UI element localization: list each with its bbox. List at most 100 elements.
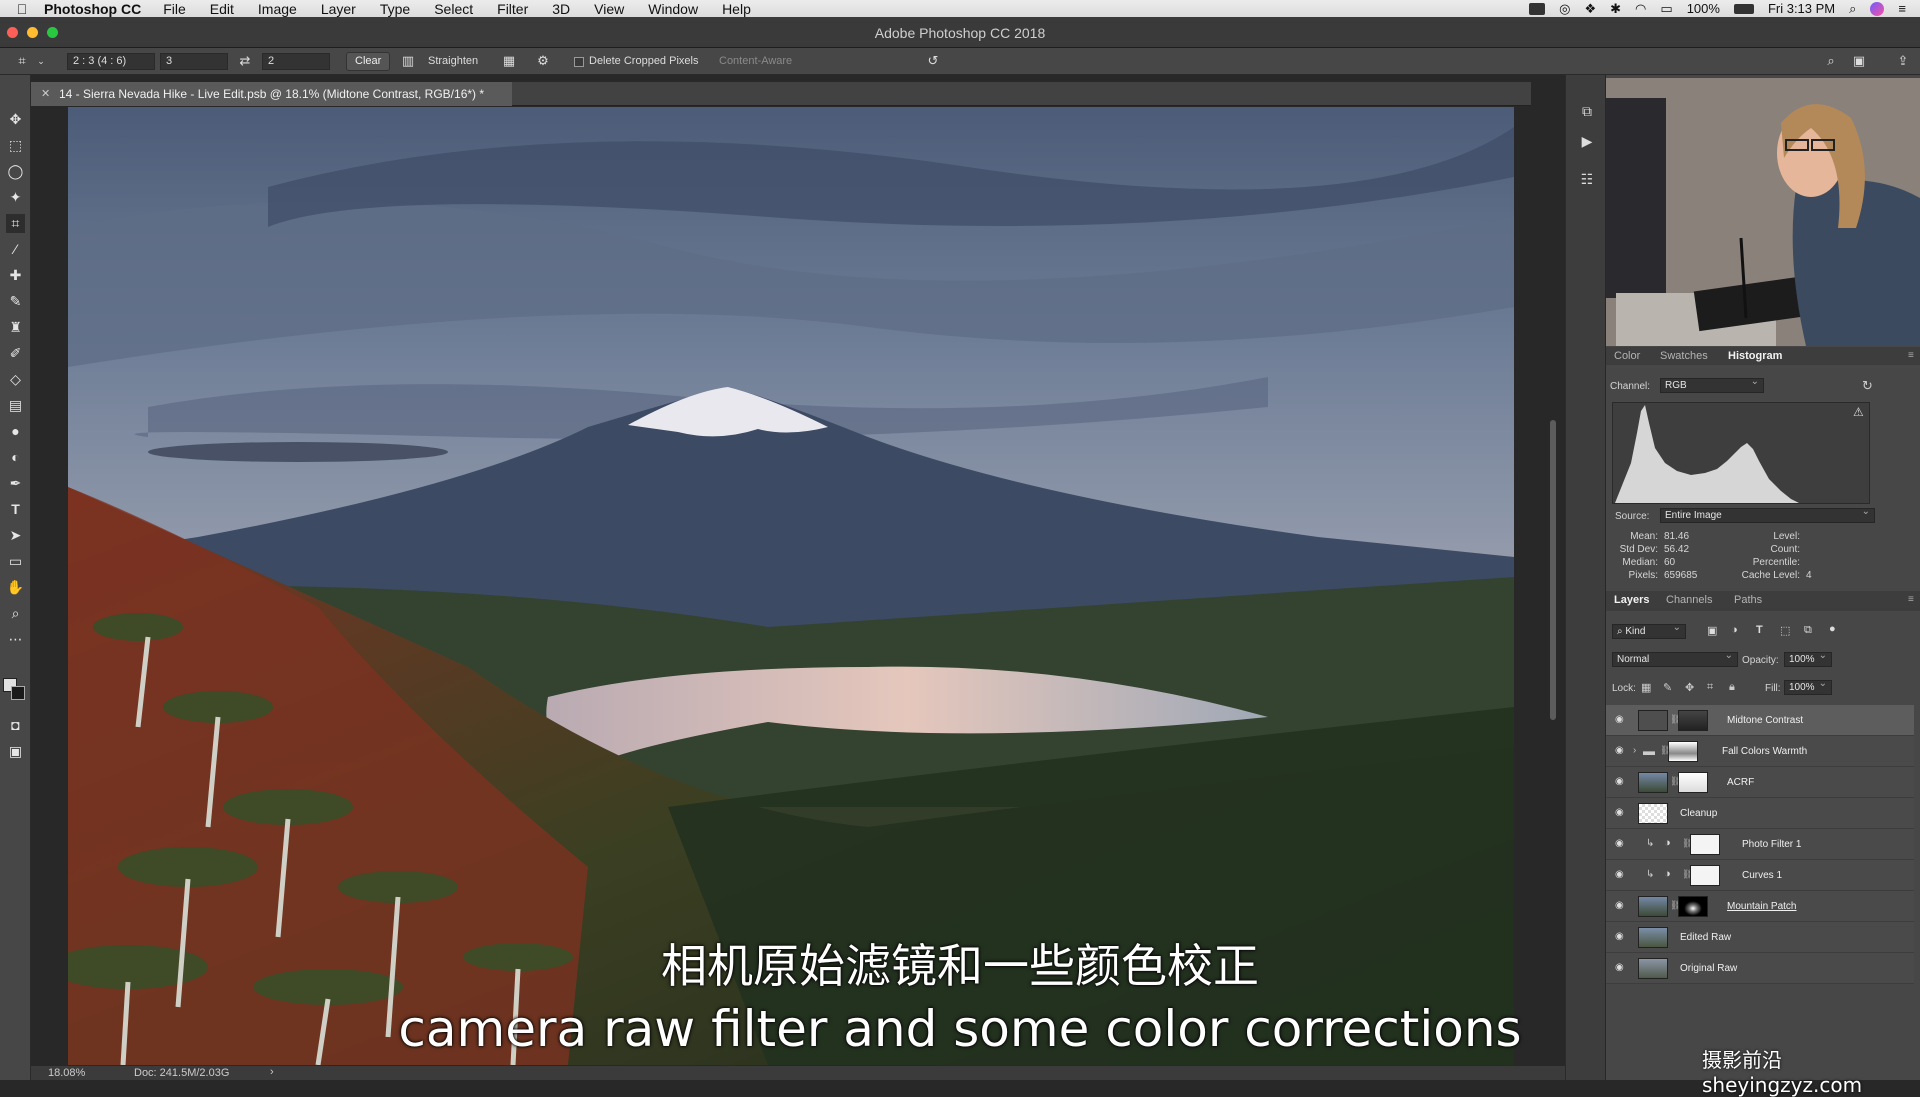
- group-mask-thumbnail[interactable]: [1668, 741, 1698, 762]
- delete-cropped-pixels-checkbox[interactable]: [574, 57, 584, 67]
- crop-settings-gear-icon[interactable]: ⚙: [535, 53, 551, 69]
- more-tools-icon[interactable]: ⋯: [6, 630, 25, 649]
- tab-layers[interactable]: Layers: [1614, 594, 1649, 606]
- overlay-grid-icon[interactable]: ▦: [501, 53, 517, 69]
- gradient-tool-icon[interactable]: ▤: [6, 396, 25, 415]
- layer-name[interactable]: Curves 1: [1742, 870, 1782, 881]
- marquee-tool-icon[interactable]: ⬚: [6, 136, 25, 155]
- screen-record-icon[interactable]: [1529, 2, 1546, 15]
- airplay-icon[interactable]: ▭: [1660, 1, 1672, 17]
- layers-panel-menu-icon[interactable]: ≡: [1908, 594, 1914, 605]
- layer-filter-select[interactable]: ⌕ Kind: [1612, 622, 1686, 639]
- lock-artboard-icon[interactable]: ⌗: [1707, 681, 1713, 694]
- eyedropper-tool-icon[interactable]: ⁄: [6, 240, 25, 259]
- lock-transparent-icon[interactable]: ▦: [1641, 681, 1651, 694]
- bluetooth-icon[interactable]: ✱: [1610, 1, 1621, 17]
- visibility-eye-icon[interactable]: ◉: [1615, 715, 1629, 725]
- lock-all-icon[interactable]: 🔒︎: [1729, 681, 1735, 694]
- layer-row-photo-filter-1[interactable]: ◉ ↳ ◑ ⛓ Photo Filter 1: [1606, 829, 1914, 860]
- menu-window[interactable]: Window: [648, 1, 698, 17]
- eraser-tool-icon[interactable]: ◇: [6, 370, 25, 389]
- tab-paths[interactable]: Paths: [1734, 594, 1762, 606]
- layer-row-curves-1[interactable]: ◉ ↳ ◑ ⛓ Curves 1: [1606, 860, 1914, 891]
- layer-row-fall-colors-warmth[interactable]: ◉ › ▬ ⛓ Fall Colors Warmth: [1606, 736, 1914, 767]
- cache-warning-icon[interactable]: ⚠: [1853, 405, 1864, 419]
- source-select[interactable]: Entire Image: [1660, 506, 1875, 523]
- fill-input[interactable]: 100%: [1784, 678, 1832, 695]
- history-panel-icon[interactable]: ⧉: [1579, 103, 1595, 119]
- zoom-tool-icon[interactable]: ⌕: [6, 604, 25, 623]
- clear-button[interactable]: Clear: [346, 52, 391, 71]
- workspace-icon[interactable]: ▣: [1851, 53, 1867, 69]
- layer-mask-thumbnail[interactable]: [1690, 834, 1720, 855]
- app-menu[interactable]: Photoshop CC: [44, 1, 141, 17]
- clone-stamp-tool-icon[interactable]: ♜: [6, 318, 25, 337]
- filter-smart-object-icon[interactable]: ⧉: [1804, 624, 1812, 637]
- lasso-tool-icon[interactable]: ◯: [6, 162, 25, 181]
- layer-row-original-raw[interactable]: ◉ Original Raw: [1606, 953, 1914, 984]
- menu-3d[interactable]: 3D: [552, 1, 570, 17]
- filter-pixel-icon[interactable]: ▣: [1707, 624, 1717, 637]
- visibility-eye-icon[interactable]: ◉: [1615, 963, 1629, 973]
- document-tab[interactable]: ✕ 14 - Sierra Nevada Hike - Live Edit.ps…: [31, 82, 512, 106]
- straighten-icon[interactable]: ▥: [400, 53, 416, 69]
- screen-mode-icon[interactable]: ▣: [6, 742, 25, 761]
- group-expand-chevron-icon[interactable]: ›: [1633, 745, 1636, 756]
- search-icon[interactable]: ⌕: [1823, 53, 1839, 69]
- actions-play-icon[interactable]: ▶: [1579, 133, 1595, 149]
- menu-image[interactable]: Image: [258, 1, 297, 17]
- canvas-vertical-scrollbar[interactable]: [1550, 420, 1556, 720]
- lock-image-icon[interactable]: ✎: [1663, 681, 1672, 694]
- share-icon[interactable]: ⇪: [1895, 53, 1911, 69]
- filter-toggle-icon[interactable]: ●: [1829, 623, 1836, 635]
- layer-row-acrf[interactable]: ◉ ⛓ ACRF: [1606, 767, 1914, 798]
- layer-mask-thumbnail[interactable]: [1690, 865, 1720, 886]
- visibility-eye-icon[interactable]: ◉: [1615, 746, 1629, 756]
- layer-row-midtone-contrast[interactable]: ◉ ⛓ Midtone Contrast: [1606, 705, 1914, 736]
- swap-dimensions-icon[interactable]: ⇄: [237, 53, 253, 69]
- panel-menu-icon[interactable]: ≡: [1908, 350, 1914, 361]
- filter-adjustment-icon[interactable]: ◑: [1731, 624, 1738, 636]
- magic-wand-tool-icon[interactable]: ✦: [6, 188, 25, 207]
- layer-name[interactable]: Edited Raw: [1680, 932, 1731, 943]
- tab-channels[interactable]: Channels: [1666, 594, 1712, 606]
- visibility-eye-icon[interactable]: ◉: [1615, 777, 1629, 787]
- reset-crop-icon[interactable]: ↺: [925, 53, 941, 69]
- layer-name[interactable]: Fall Colors Warmth: [1722, 746, 1807, 757]
- filter-type-icon[interactable]: T: [1756, 624, 1763, 636]
- tab-swatches[interactable]: Swatches: [1660, 350, 1708, 362]
- visibility-eye-icon[interactable]: ◉: [1615, 901, 1629, 911]
- battery-icon[interactable]: [1733, 3, 1754, 14]
- visibility-eye-icon[interactable]: ◉: [1615, 839, 1629, 849]
- document-canvas-image[interactable]: [68, 107, 1514, 1065]
- menu-view[interactable]: View: [594, 1, 624, 17]
- menu-file[interactable]: File: [163, 1, 186, 17]
- apple-menu-icon[interactable]: : [0, 1, 44, 17]
- background-color-swatch[interactable]: [11, 686, 25, 700]
- menu-help[interactable]: Help: [722, 1, 751, 17]
- quick-mask-icon[interactable]: ◘: [6, 716, 25, 735]
- chevron-down-icon[interactable]: ⌄: [36, 53, 46, 69]
- crop-height-input[interactable]: 2: [262, 53, 330, 70]
- layer-mask-thumbnail[interactable]: [1678, 772, 1708, 793]
- visibility-eye-icon[interactable]: ◉: [1615, 808, 1629, 818]
- layer-mask-thumbnail[interactable]: [1678, 710, 1708, 731]
- blur-tool-icon[interactable]: ●: [6, 422, 25, 441]
- blend-mode-select[interactable]: Normal: [1612, 650, 1738, 667]
- brush-tool-icon[interactable]: ✎: [6, 292, 25, 311]
- move-tool-icon[interactable]: ✥: [6, 110, 25, 129]
- tab-histogram[interactable]: Histogram: [1728, 350, 1782, 362]
- crop-ratio-select[interactable]: 2 : 3 (4 : 6): [67, 53, 155, 70]
- rectangle-tool-icon[interactable]: ▭: [6, 552, 25, 571]
- history-brush-tool-icon[interactable]: ✐: [6, 344, 25, 363]
- creative-cloud-icon[interactable]: ◎: [1559, 1, 1570, 17]
- menu-type[interactable]: Type: [380, 1, 410, 17]
- layer-name[interactable]: Midtone Contrast: [1727, 715, 1803, 726]
- type-tool-icon[interactable]: T: [6, 500, 25, 519]
- crop-tool-icon[interactable]: ⌗: [6, 214, 25, 233]
- layer-row-edited-raw[interactable]: ◉ Edited Raw: [1606, 922, 1914, 953]
- properties-panel-icon[interactable]: ☷: [1579, 171, 1595, 187]
- menu-select[interactable]: Select: [434, 1, 473, 17]
- healing-brush-tool-icon[interactable]: ✚: [6, 266, 25, 285]
- pen-tool-icon[interactable]: ✒: [6, 474, 25, 493]
